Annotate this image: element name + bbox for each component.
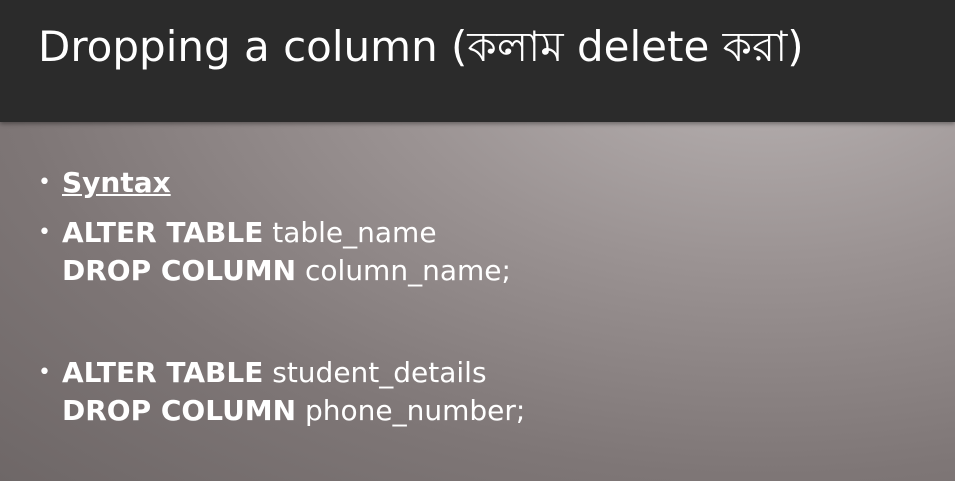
bullet-dot: •	[38, 170, 51, 195]
sql-text: student_details	[263, 356, 487, 389]
sql-keyword: ALTER TABLE	[62, 356, 264, 389]
bullet-syntax-statement: • ALTER TABLE table_name DROP COLUMN col…	[38, 214, 918, 290]
sql-text: phone_number;	[296, 394, 526, 427]
bullet-dot: •	[38, 360, 51, 385]
syntax-label: Syntax	[62, 166, 171, 199]
bullet-example-statement: • ALTER TABLE student_details DROP COLUM…	[38, 354, 918, 430]
code-line-drop: DROP COLUMN column_name;	[62, 252, 918, 290]
sql-keyword: DROP COLUMN	[62, 394, 297, 427]
code-line-drop: DROP COLUMN phone_number;	[62, 392, 918, 430]
sql-keyword: DROP COLUMN	[62, 254, 297, 287]
sql-text: column_name;	[296, 254, 511, 287]
bullet-syntax: • Syntax	[38, 164, 918, 202]
slide-title: Dropping a column (কলাম delete করা)	[38, 22, 804, 71]
slide: Dropping a column (কলাম delete করা) • Sy…	[0, 0, 955, 481]
code-line-alter: ALTER TABLE table_name	[62, 214, 918, 252]
bullet-dot: •	[38, 220, 51, 245]
sql-keyword: ALTER TABLE	[62, 216, 264, 249]
title-bar: Dropping a column (কলাম delete করা)	[0, 0, 955, 122]
slide-content: • Syntax • ALTER TABLE table_name DROP C…	[38, 164, 918, 430]
sql-text: table_name	[263, 216, 437, 249]
code-line-alter: ALTER TABLE student_details	[62, 354, 918, 392]
